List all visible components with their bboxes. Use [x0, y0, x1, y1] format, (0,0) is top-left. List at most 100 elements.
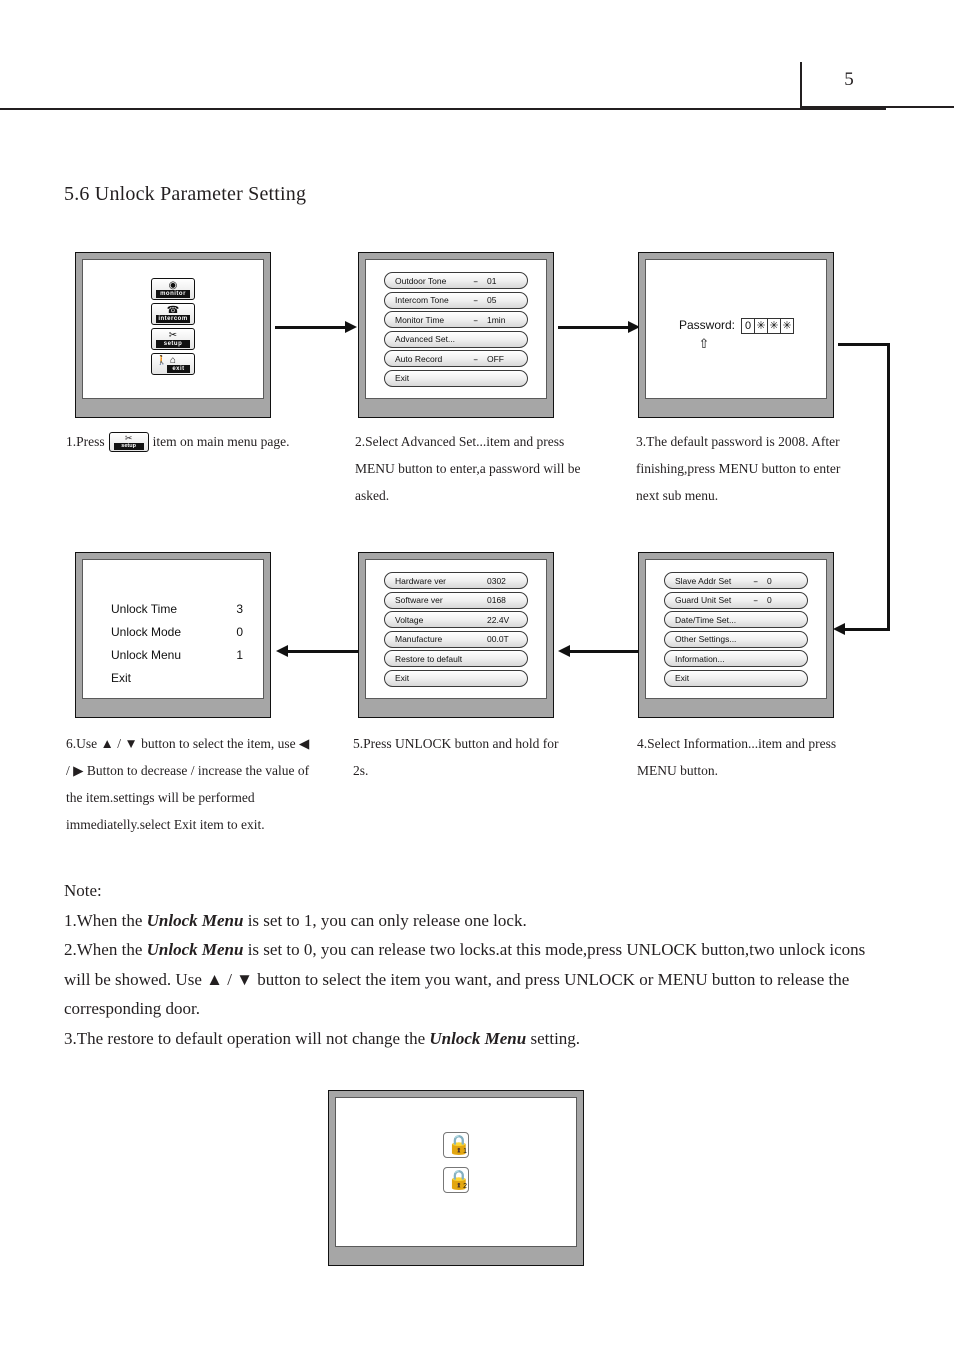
menu-item-value: 01 — [487, 275, 497, 286]
page-number-box: 5 — [800, 62, 954, 108]
screen-main-menu-inner: ◉ monitor ☎ intercom ✂ setup 🚶 ⌂ exit — [82, 259, 264, 399]
setting-value: 3 — [236, 602, 243, 616]
setting-row-exit[interactable]: Exit — [111, 671, 243, 685]
screen-setup-menu-inner: Outdoor Tone -- 01 Intercom Tone -- 05 M… — [365, 259, 547, 399]
menu-item-advanced-set[interactable]: Advanced Set... — [384, 330, 528, 348]
password-digit-2[interactable]: ✳ — [754, 318, 769, 334]
setting-row-unlock-mode[interactable]: Unlock Mode 0 — [111, 625, 243, 639]
page-header: 5 — [0, 0, 954, 120]
connector-3-to-4-head — [833, 623, 845, 635]
menu-item-exit[interactable]: Exit — [384, 369, 528, 387]
lock-icon-column: 🔒 1 🔒 2 — [443, 1132, 471, 1202]
setting-label: Unlock Mode — [111, 625, 182, 639]
password-row: Password: 0 ✳ ✳ ✳ — [646, 318, 826, 334]
menu-item-dash: -- — [473, 275, 478, 286]
note2-emphasis: Unlock Menu — [146, 940, 244, 959]
exit-icon[interactable]: 🚶 ⌂ exit — [151, 353, 195, 375]
password-digit-3[interactable]: ✳ — [767, 318, 782, 334]
intercom-label: intercom — [156, 315, 190, 323]
setup-inline-label: setup — [113, 443, 144, 450]
screen-unlock-settings-inner: Unlock Time 3 Unlock Mode 0 Unlock Menu … — [82, 559, 264, 699]
padlock-icon: 🔒 — [447, 1135, 471, 1156]
lock-number: 1 — [463, 1148, 467, 1155]
menu-item-dash: -- — [473, 314, 478, 325]
arrow-1-to-2-line — [275, 326, 347, 329]
arrow-1-to-2-head — [345, 321, 357, 333]
lock-icon-1[interactable]: 🔒 1 — [443, 1132, 471, 1158]
adv-item-date-time-set[interactable]: Date/Time Set... — [664, 611, 808, 628]
menu-item-intercom-tone[interactable]: Intercom Tone -- 05 — [384, 291, 528, 309]
connector-3-to-4-top — [838, 343, 890, 346]
lock-number: 2 — [463, 1183, 467, 1190]
adv-item-label: Exit — [675, 673, 690, 683]
info-item-label: Software ver — [395, 595, 443, 605]
screen-unlock-settings: Unlock Time 3 Unlock Mode 0 Unlock Menu … — [75, 552, 271, 718]
info-item-hardware-ver[interactable]: Hardware ver 0302 — [384, 572, 528, 589]
unlock-settings-list: Unlock Time 3 Unlock Mode 0 Unlock Menu … — [111, 602, 243, 694]
info-item-software-ver[interactable]: Software ver 0168 — [384, 591, 528, 609]
screen-advanced-menu: Slave Addr Set -- 0 Guard Unit Set -- 0 … — [638, 552, 834, 718]
lock-icon-2[interactable]: 🔒 2 — [443, 1167, 471, 1193]
setup-icon[interactable]: ✂ setup — [151, 328, 195, 350]
setting-row-unlock-time[interactable]: Unlock Time 3 — [111, 602, 243, 616]
arrow-4-to-5-line — [570, 650, 638, 653]
menu-item-auto-record[interactable]: Auto Record -- OFF — [384, 350, 528, 367]
info-item-manufacture[interactable]: Manufacture 00.0T — [384, 630, 528, 648]
setup-menu-list: Outdoor Tone -- 01 Intercom Tone -- 05 M… — [366, 260, 546, 389]
note-title: Note: — [64, 881, 102, 900]
screen-lock-select-inner: 🔒 1 🔒 2 — [335, 1097, 577, 1247]
note-line-1: 1.When the Unlock Menu is set to 1, you … — [64, 906, 890, 936]
exit-label: exit — [167, 365, 190, 373]
info-item-restore-to-default[interactable]: Restore to default — [384, 650, 528, 667]
menu-item-monitor-time[interactable]: Monitor Time -- 1min — [384, 311, 528, 328]
note-block: Note: 1.When the Unlock Menu is set to 1… — [64, 876, 890, 1053]
password-input[interactable]: 0 ✳ ✳ ✳ — [741, 318, 795, 334]
main-menu-icon-column: ◉ monitor ☎ intercom ✂ setup 🚶 ⌂ exit — [151, 278, 195, 378]
setting-label: Exit — [111, 671, 132, 685]
note2-pre: 2.When the — [64, 940, 147, 959]
header-rule — [0, 108, 886, 110]
password-digit-4[interactable]: ✳ — [780, 318, 795, 334]
adv-item-exit[interactable]: Exit — [664, 669, 808, 687]
info-item-value: 0302 — [487, 575, 506, 586]
adv-item-guard-unit-set[interactable]: Guard Unit Set -- 0 — [664, 591, 808, 609]
note-line-3: 3.The restore to default operation will … — [64, 1024, 890, 1054]
note1-pre: 1.When the — [64, 910, 147, 930]
menu-item-label: Outdoor Tone — [395, 275, 447, 286]
setting-row-unlock-menu[interactable]: Unlock Menu 1 — [111, 648, 243, 662]
password-digit-1[interactable]: 0 — [741, 318, 756, 334]
screen-lock-select: 🔒 1 🔒 2 — [328, 1090, 584, 1266]
menu-item-dash: -- — [473, 295, 478, 305]
adv-item-information[interactable]: Information... — [664, 650, 808, 667]
caption-step-2: 2.Select Advanced Set...item and press M… — [355, 434, 581, 503]
info-item-value: 0168 — [487, 595, 506, 605]
caption-step-6: 6.Use ▲ / ▼ button to select the item, u… — [66, 736, 310, 832]
setup-inline-glyph: ✂ — [124, 433, 133, 443]
monitor-icon[interactable]: ◉ monitor — [151, 278, 195, 300]
menu-item-label: Intercom Tone — [395, 295, 449, 305]
adv-item-label: Other Settings... — [675, 634, 737, 644]
adv-item-dash: -- — [753, 575, 758, 586]
caption-step-4: 4.Select Information...item and press ME… — [637, 736, 837, 778]
arrow-5-to-6-head — [276, 645, 288, 657]
menu-item-value: 05 — [487, 295, 497, 305]
menu-item-outdoor-tone[interactable]: Outdoor Tone -- 01 — [384, 272, 528, 289]
adv-item-label: Guard Unit Set — [675, 595, 732, 605]
note-line-2: 2.When the Unlock Menu is set to 0, you … — [64, 935, 890, 1024]
intercom-icon[interactable]: ☎ intercom — [151, 303, 195, 325]
info-item-value: 22.4V — [487, 614, 510, 625]
padlock-icon: 🔒 — [447, 1170, 471, 1191]
adv-item-label: Information... — [675, 653, 725, 664]
info-item-voltage[interactable]: Voltage 22.4V — [384, 611, 528, 628]
menu-item-value: OFF — [487, 353, 504, 364]
caption-step1-post: menu page. — [227, 434, 290, 449]
section-title: 5.6 Unlock Parameter Setting — [64, 183, 307, 205]
adv-item-other-settings[interactable]: Other Settings... — [664, 630, 808, 648]
caption-step1-pre: 1.Press — [66, 434, 105, 449]
adv-item-value: 0 — [767, 595, 772, 605]
note3-emphasis: Unlock Menu — [429, 1028, 527, 1048]
adv-item-dash: -- — [753, 595, 758, 605]
adv-item-slave-addr-set[interactable]: Slave Addr Set -- 0 — [664, 572, 808, 589]
info-item-exit[interactable]: Exit — [384, 669, 528, 687]
adv-item-value: 0 — [767, 575, 772, 586]
